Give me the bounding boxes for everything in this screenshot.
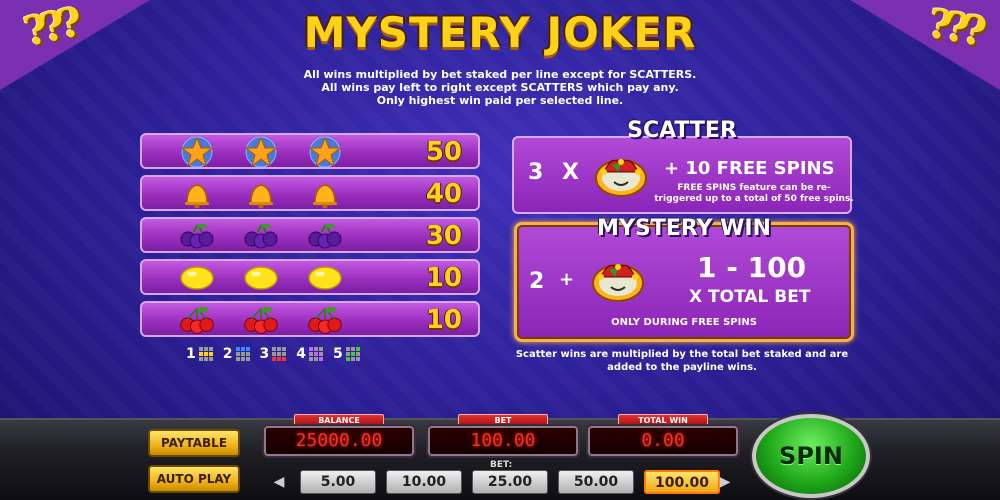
joker-scatter-icon — [591, 255, 645, 303]
bell-icon — [178, 179, 216, 209]
paytable: 50 40 30 10 10 — [140, 133, 480, 343]
bet-option[interactable]: 10.00 — [386, 470, 462, 494]
pay-value: 10 — [425, 305, 462, 335]
pay-value: 40 — [425, 179, 462, 209]
paylines-legend: 1 2 3 4 5 — [186, 346, 360, 362]
bet-option[interactable]: 25.00 — [472, 470, 548, 494]
payline-number: 1 — [186, 346, 196, 362]
bet-value: 100.00 — [428, 426, 578, 456]
rule-line: All wins multiplied by bet staked per li… — [303, 68, 697, 81]
payline-grid-icon — [272, 347, 287, 361]
autoplay-button[interactable]: AUTO PLAY — [148, 465, 240, 493]
scatter-footnote: Scatter wins are multiplied by the total… — [515, 349, 849, 373]
payline-number: 4 — [296, 346, 306, 362]
pay-row-bell: 40 — [140, 175, 480, 211]
star-icon — [242, 136, 280, 168]
spin-button[interactable]: SPIN — [752, 414, 870, 498]
payline-grid-icon — [198, 347, 213, 361]
scatter-count: 3 — [528, 160, 544, 185]
bet-increase-button[interactable]: ▶ — [716, 470, 734, 494]
mystery-win-title: MYSTERY WIN — [597, 216, 771, 241]
control-bar: PAYTABLE AUTO PLAY BALANCE 25000.00 BET … — [0, 414, 1000, 500]
lemon-icon — [178, 263, 216, 293]
payline-number: 2 — [222, 346, 233, 362]
pay-row-plum: 30 — [140, 217, 480, 253]
pay-row-star: 50 — [140, 133, 480, 169]
scatter-title: SCATTER — [627, 118, 737, 143]
pay-row-cherry: 10 — [140, 301, 480, 337]
payline-3: 3 — [260, 346, 287, 362]
scatter-panel: 3 X + 10 FREE SPINS FREE SPINS feature c… — [512, 136, 854, 214]
mystery-plus: + — [559, 269, 575, 290]
payline-number: 3 — [259, 346, 270, 362]
total-win-meter: TOTAL WIN 0.00 — [588, 414, 738, 456]
lemon-icon — [242, 263, 280, 293]
rule-line: Only highest win paid per selected line. — [376, 94, 624, 107]
bet-option-selected[interactable]: 100.00 — [644, 470, 720, 494]
pay-row-lemon: 10 — [140, 259, 480, 295]
bet-option[interactable]: 50.00 — [558, 470, 634, 494]
payline-5: 5 — [333, 346, 360, 362]
mystery-multiplier: X TOTAL BET — [689, 287, 811, 307]
plum-icon — [306, 221, 344, 251]
joker-scatter-icon — [594, 150, 648, 198]
balance-meter: BALANCE 25000.00 — [264, 414, 414, 456]
scatter-prize: + 10 FREE SPINS — [664, 158, 835, 179]
payline-4: 4 — [296, 346, 323, 362]
bet-options-label: BET: — [490, 460, 513, 470]
bet-decrease-button[interactable]: ◀ — [270, 470, 288, 494]
lemon-icon — [306, 263, 344, 293]
plum-icon — [242, 221, 280, 251]
payline-grid-icon — [309, 347, 323, 361]
payline-grid-icon — [235, 347, 250, 361]
cherry-icon — [306, 305, 344, 335]
mystery-range: 1 - 100 — [697, 251, 807, 284]
payline-grid-icon — [345, 347, 360, 361]
pay-value: 10 — [425, 263, 462, 293]
bell-icon — [242, 179, 280, 209]
cherry-icon — [178, 305, 216, 335]
paytable-button[interactable]: PAYTABLE — [148, 429, 240, 457]
mystery-note: ONLY DURING FREE SPINS — [611, 317, 757, 328]
bet-option[interactable]: 5.00 — [300, 470, 376, 494]
total-win-value: 0.00 — [588, 426, 738, 456]
rules-text: All wins multiplied by bet staked per li… — [0, 68, 1000, 107]
scatter-times: X — [562, 160, 579, 185]
rule-line: All wins pay left to right except SCATTE… — [321, 81, 679, 94]
bell-icon — [306, 179, 344, 209]
bet-options: 5.00 10.00 25.00 50.00 100.00 — [300, 470, 720, 494]
star-icon — [178, 136, 216, 168]
bet-meter: BET 100.00 — [428, 414, 578, 456]
cherry-icon — [242, 305, 280, 335]
payline-2: 2 — [223, 346, 250, 362]
payline-1: 1 — [186, 346, 213, 362]
pay-value: 50 — [425, 137, 462, 167]
payline-number: 5 — [333, 346, 343, 362]
mystery-count: 2 — [529, 269, 545, 294]
balance-value: 25000.00 — [264, 426, 414, 456]
pay-value: 30 — [425, 221, 462, 251]
star-icon — [306, 136, 344, 168]
plum-icon — [178, 221, 216, 251]
game-title: MYSTERY JOKER — [303, 8, 697, 57]
scatter-note: FREE SPINS feature can be re-triggered u… — [654, 183, 854, 204]
